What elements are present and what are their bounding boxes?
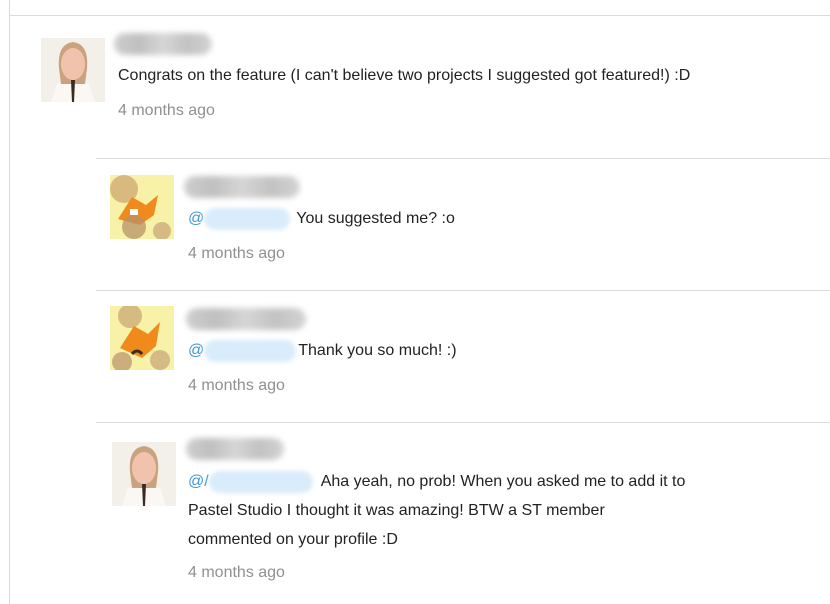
- mention-link[interactable]: @: [188, 342, 204, 359]
- comment-text: Thank you so much! :): [298, 342, 457, 359]
- comment-text-line: commented on your profile :D: [188, 531, 398, 548]
- username-redacted[interactable]: [186, 438, 284, 460]
- comment-text: You suggested me? :o: [296, 210, 455, 227]
- comment-timestamp: 4 months ago: [188, 564, 285, 581]
- comment-text-line: @ Thank you so much! :): [188, 336, 457, 365]
- mention-link[interactable]: @/: [188, 473, 209, 490]
- fox-avatar-image: [110, 306, 174, 370]
- mention-redacted[interactable]: [208, 470, 313, 493]
- username-redacted[interactable]: [184, 176, 300, 198]
- person-avatar-image: [41, 38, 105, 102]
- comment-reply: @/ Aha yeah, no prob! When you asked me t…: [0, 423, 830, 604]
- comment-reply: @ Thank you so much! :) 4 months ago: [0, 291, 830, 422]
- username-redacted[interactable]: [114, 33, 212, 55]
- mention-link[interactable]: @: [188, 210, 204, 227]
- comment-root: Congrats on the feature (I can't believe…: [0, 0, 830, 150]
- person-avatar[interactable]: [112, 442, 176, 506]
- comment-reply: @ You suggested me? :o 4 months ago: [0, 159, 830, 290]
- mention-redacted[interactable]: [204, 339, 297, 362]
- comment-timestamp: 4 months ago: [188, 245, 285, 262]
- fox-avatar-image: [110, 175, 174, 239]
- person-avatar[interactable]: [41, 38, 105, 102]
- fox-avatar[interactable]: [110, 306, 174, 370]
- comment-timestamp: 4 months ago: [188, 377, 285, 394]
- comment-text: Aha yeah, no prob! When you asked me to …: [320, 473, 686, 490]
- mention-redacted[interactable]: [204, 207, 291, 230]
- comment-timestamp: 4 months ago: [118, 102, 215, 119]
- comment-text-line: @ You suggested me? :o: [188, 204, 455, 233]
- username-redacted[interactable]: [186, 308, 306, 330]
- fox-avatar[interactable]: [110, 175, 174, 239]
- comment-text: Congrats on the feature (I can't believe…: [118, 67, 691, 84]
- person-avatar-image: [112, 442, 176, 506]
- comment-text-line: Pastel Studio I thought it was amazing! …: [188, 502, 605, 519]
- comment-text-line: @/ Aha yeah, no prob! When you asked me t…: [188, 467, 685, 496]
